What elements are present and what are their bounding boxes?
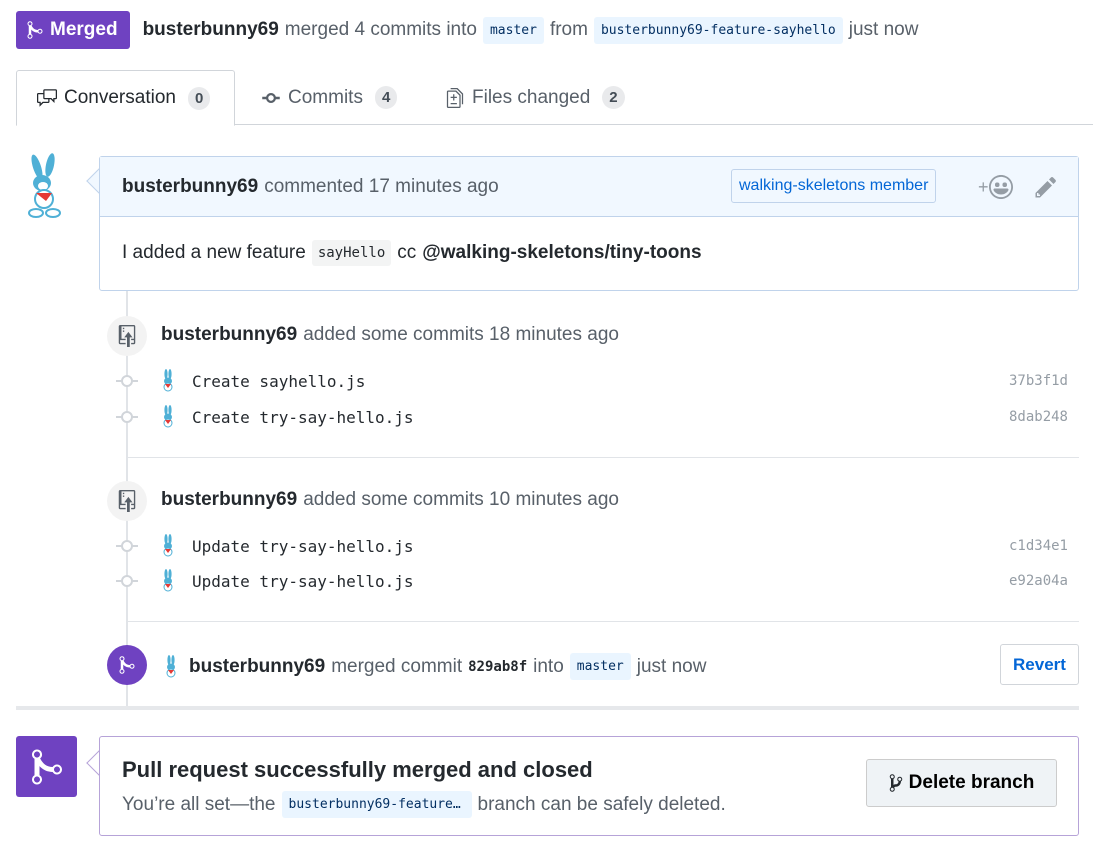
commit-dot-icon — [116, 540, 138, 552]
commit-dot-icon — [116, 411, 138, 423]
tab-counter: 2 — [602, 86, 625, 109]
git-commit-icon — [262, 92, 280, 103]
head-branch[interactable]: busterbunny69-feature-sayhello — [593, 16, 843, 44]
merge-action-text: merged 4 commits into — [284, 19, 477, 40]
plus-label: + — [978, 176, 989, 197]
comment-header: busterbunny69 commented 17 minutes ago w… — [100, 157, 1078, 217]
commit-row: Create sayhello.js 37b3f1d — [116, 368, 1068, 394]
commit-event-text: busterbunny69 added some commits 18 minu… — [161, 324, 619, 346]
add-reaction-button[interactable]: + — [978, 173, 1020, 201]
merged-message-box: Pull request successfully merged and clo… — [99, 736, 1079, 836]
merge-author[interactable]: busterbunny69 — [189, 656, 325, 678]
desc-after: branch can be safely deleted. — [477, 793, 726, 815]
base-branch[interactable]: master — [482, 16, 544, 44]
merge-time: just now — [848, 19, 919, 40]
author-avatar[interactable] — [22, 153, 68, 219]
tab-files-changed[interactable]: Files changed 2 — [444, 70, 625, 125]
timeline-divider — [128, 621, 1079, 622]
smiley-icon — [988, 175, 1013, 199]
push-event-badge — [107, 316, 147, 356]
pr-meta: busterbunny69 merged 4 commits into mast… — [143, 16, 919, 44]
team-mention[interactable]: @walking-skeletons/tiny-toons — [422, 242, 701, 264]
merger-avatar[interactable] — [163, 654, 179, 679]
merge-event-text: busterbunny69 merged commit 829ab8f into… — [163, 653, 706, 680]
repo-push-icon — [118, 325, 136, 347]
git-merge-icon — [31, 748, 62, 784]
commit-dot-icon — [116, 375, 138, 387]
commit-row: Update try-say-hello.js c1d34e1 — [116, 533, 1068, 559]
commit-sha[interactable]: e92a04a — [1009, 573, 1068, 589]
pr-tabs: Conversation 0 Commits 4 Files changed 2 — [16, 70, 1093, 126]
committer-avatar[interactable] — [160, 369, 176, 393]
tab-label: Commits — [288, 86, 363, 108]
merged-description: You’re all set—the busterbunny69-feature… — [122, 791, 726, 818]
commit-message[interactable]: Update try-say-hello.js — [192, 537, 414, 556]
committer-avatar[interactable] — [160, 569, 176, 593]
merge-event-badge — [107, 645, 147, 685]
delete-branch-button[interactable]: Delete branch — [866, 759, 1057, 807]
comment-text: I added a new feature — [122, 242, 306, 263]
member-label: walking-skeletons member — [731, 169, 937, 203]
merge-action: merged commit — [331, 655, 463, 677]
tab-counter: 0 — [187, 86, 211, 110]
committer-avatar[interactable] — [160, 534, 176, 558]
pr-header: Merged busterbunny69 merged 4 commits in… — [16, 11, 918, 49]
revert-button[interactable]: Revert — [1000, 644, 1079, 685]
tab-label: Conversation — [64, 87, 176, 108]
commit-dot-icon — [116, 575, 138, 587]
inline-code: sayHello — [311, 240, 392, 266]
merge-event-time: just now — [636, 655, 707, 677]
comment-meta[interactable]: commented 17 minutes ago — [264, 176, 498, 198]
merge-commit-sha[interactable]: 829ab8f — [468, 659, 527, 675]
merged-state-badge: Merged — [16, 11, 130, 49]
committer-avatar[interactable] — [160, 405, 176, 429]
timeline-end-divider — [16, 706, 1079, 710]
merged-status-icon — [16, 736, 77, 797]
tab-commits[interactable]: Commits 4 — [260, 70, 398, 125]
git-merge-icon — [119, 656, 135, 674]
delete-branch-label: Delete branch — [908, 772, 1035, 793]
diff-icon — [446, 87, 464, 108]
commit-row: Create try-say-hello.js 8dab248 — [116, 404, 1068, 430]
event-author[interactable]: busterbunny69 — [161, 324, 297, 346]
commit-event-text: busterbunny69 added some commits 10 minu… — [161, 489, 619, 511]
push-event-badge — [107, 481, 147, 521]
commit-sha[interactable]: c1d34e1 — [1009, 538, 1068, 554]
comment-author[interactable]: busterbunny69 — [122, 176, 258, 198]
tab-conversation[interactable]: Conversation 0 — [16, 70, 235, 126]
desc-before: You’re all set—the — [122, 793, 276, 815]
commit-message[interactable]: Create sayhello.js — [192, 372, 365, 391]
from-text: from — [549, 19, 588, 40]
pr-comment: busterbunny69 commented 17 minutes ago w… — [99, 156, 1079, 291]
tab-label: Files changed — [472, 86, 591, 108]
merged-title: Pull request successfully merged and clo… — [122, 757, 593, 782]
author-link[interactable]: busterbunny69 — [143, 19, 279, 41]
into-text: into — [533, 655, 564, 677]
tab-counter: 4 — [374, 86, 398, 109]
timeline-divider — [128, 457, 1079, 458]
event-author[interactable]: busterbunny69 — [161, 489, 297, 511]
commit-row: Update try-say-hello.js e92a04a — [116, 568, 1068, 594]
state-label: Merged — [50, 19, 118, 40]
git-merge-icon — [27, 21, 43, 39]
repo-push-icon — [118, 490, 136, 512]
merge-target-branch[interactable]: master — [569, 653, 631, 680]
commit-message[interactable]: Update try-say-hello.js — [192, 572, 414, 591]
event-description: added some commits 18 minutes ago — [303, 324, 619, 345]
commit-sha[interactable]: 37b3f1d — [1009, 373, 1068, 389]
deletable-branch[interactable]: busterbunny69-feature-sayhello — [281, 791, 472, 818]
pencil-icon[interactable] — [1034, 175, 1058, 199]
comment-body: I added a new feature sayHello cc @walki… — [100, 217, 1078, 289]
comment-discussion-icon — [37, 89, 57, 107]
git-branch-icon — [889, 774, 902, 792]
commit-message[interactable]: Create try-say-hello.js — [192, 408, 414, 427]
cc-text: cc — [397, 242, 417, 263]
event-description: added some commits 10 minutes ago — [303, 489, 619, 510]
commit-sha[interactable]: 8dab248 — [1009, 409, 1068, 425]
